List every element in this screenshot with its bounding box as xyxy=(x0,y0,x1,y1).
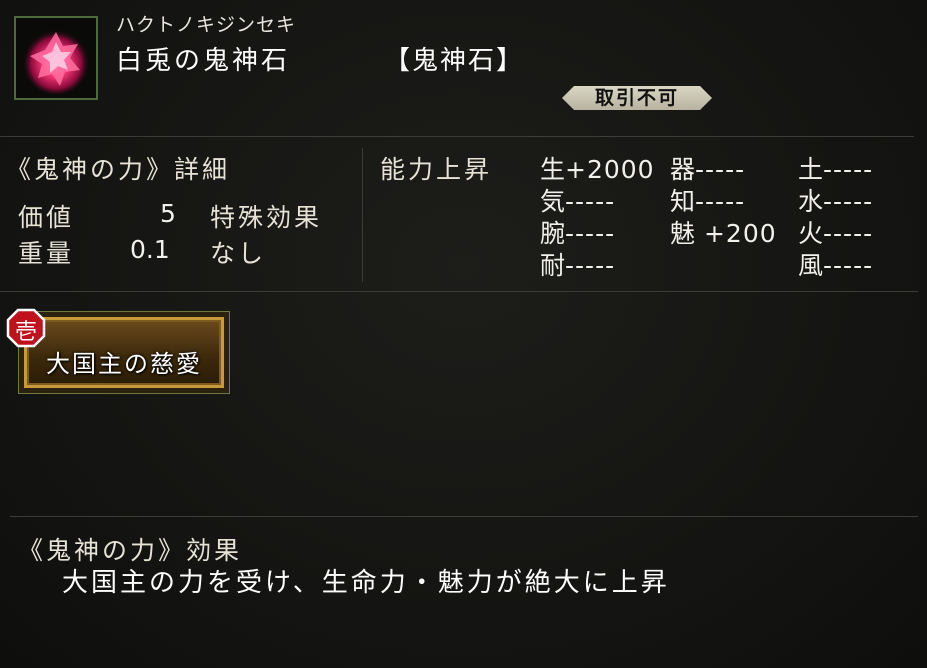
stat-charm: 魅 +200 xyxy=(670,219,777,248)
value-amount: 5 xyxy=(160,199,176,228)
stat-water: 水----- xyxy=(798,187,874,216)
stat-life: 生+2000 xyxy=(540,155,655,184)
weight-amount: 0.1 xyxy=(130,235,170,264)
stat-fire: 火----- xyxy=(798,219,874,248)
skill-label: 大国主の慈愛 xyxy=(46,350,202,378)
item-type: 【鬼神石】 xyxy=(384,46,525,76)
rank-badge: 壱 xyxy=(6,308,46,348)
stat-intelligence: 知----- xyxy=(670,187,746,216)
item-name: 白兎の鬼神石 xyxy=(116,46,291,76)
rank-label: 壱 xyxy=(14,320,37,345)
divider-vertical xyxy=(362,148,363,282)
gem-icon xyxy=(22,26,90,94)
item-reading: ハクトノキジンセキ xyxy=(116,14,297,36)
item-icon-frame xyxy=(14,16,98,100)
stat-earth: 土----- xyxy=(798,155,874,184)
skill-button[interactable]: 大国主の慈愛 xyxy=(18,311,230,394)
trade-status-badge: 取引不可 xyxy=(562,86,712,110)
skill-button-frame: 大国主の慈愛 xyxy=(24,317,224,388)
effect-description: 大国主の力を受け、生命力・魅力が絶大に上昇 xyxy=(62,568,670,598)
stat-endurance: 耐----- xyxy=(540,251,616,280)
stats-title: 能力上昇 xyxy=(380,155,493,184)
details-title: 《鬼神の力》詳細 xyxy=(6,155,231,184)
divider-middle xyxy=(0,291,918,292)
special-effect-value: なし xyxy=(210,239,267,268)
stat-arm: 腕----- xyxy=(540,219,616,248)
special-effect-label: 特殊効果 xyxy=(210,203,323,232)
stat-wind: 風----- xyxy=(798,251,874,280)
divider-top xyxy=(0,136,914,137)
stat-spirit: 気----- xyxy=(540,187,616,216)
stat-vessel: 器----- xyxy=(670,155,746,184)
divider-bottom xyxy=(10,516,918,517)
value-label: 価値 xyxy=(18,203,75,232)
weight-label: 重量 xyxy=(18,239,75,268)
